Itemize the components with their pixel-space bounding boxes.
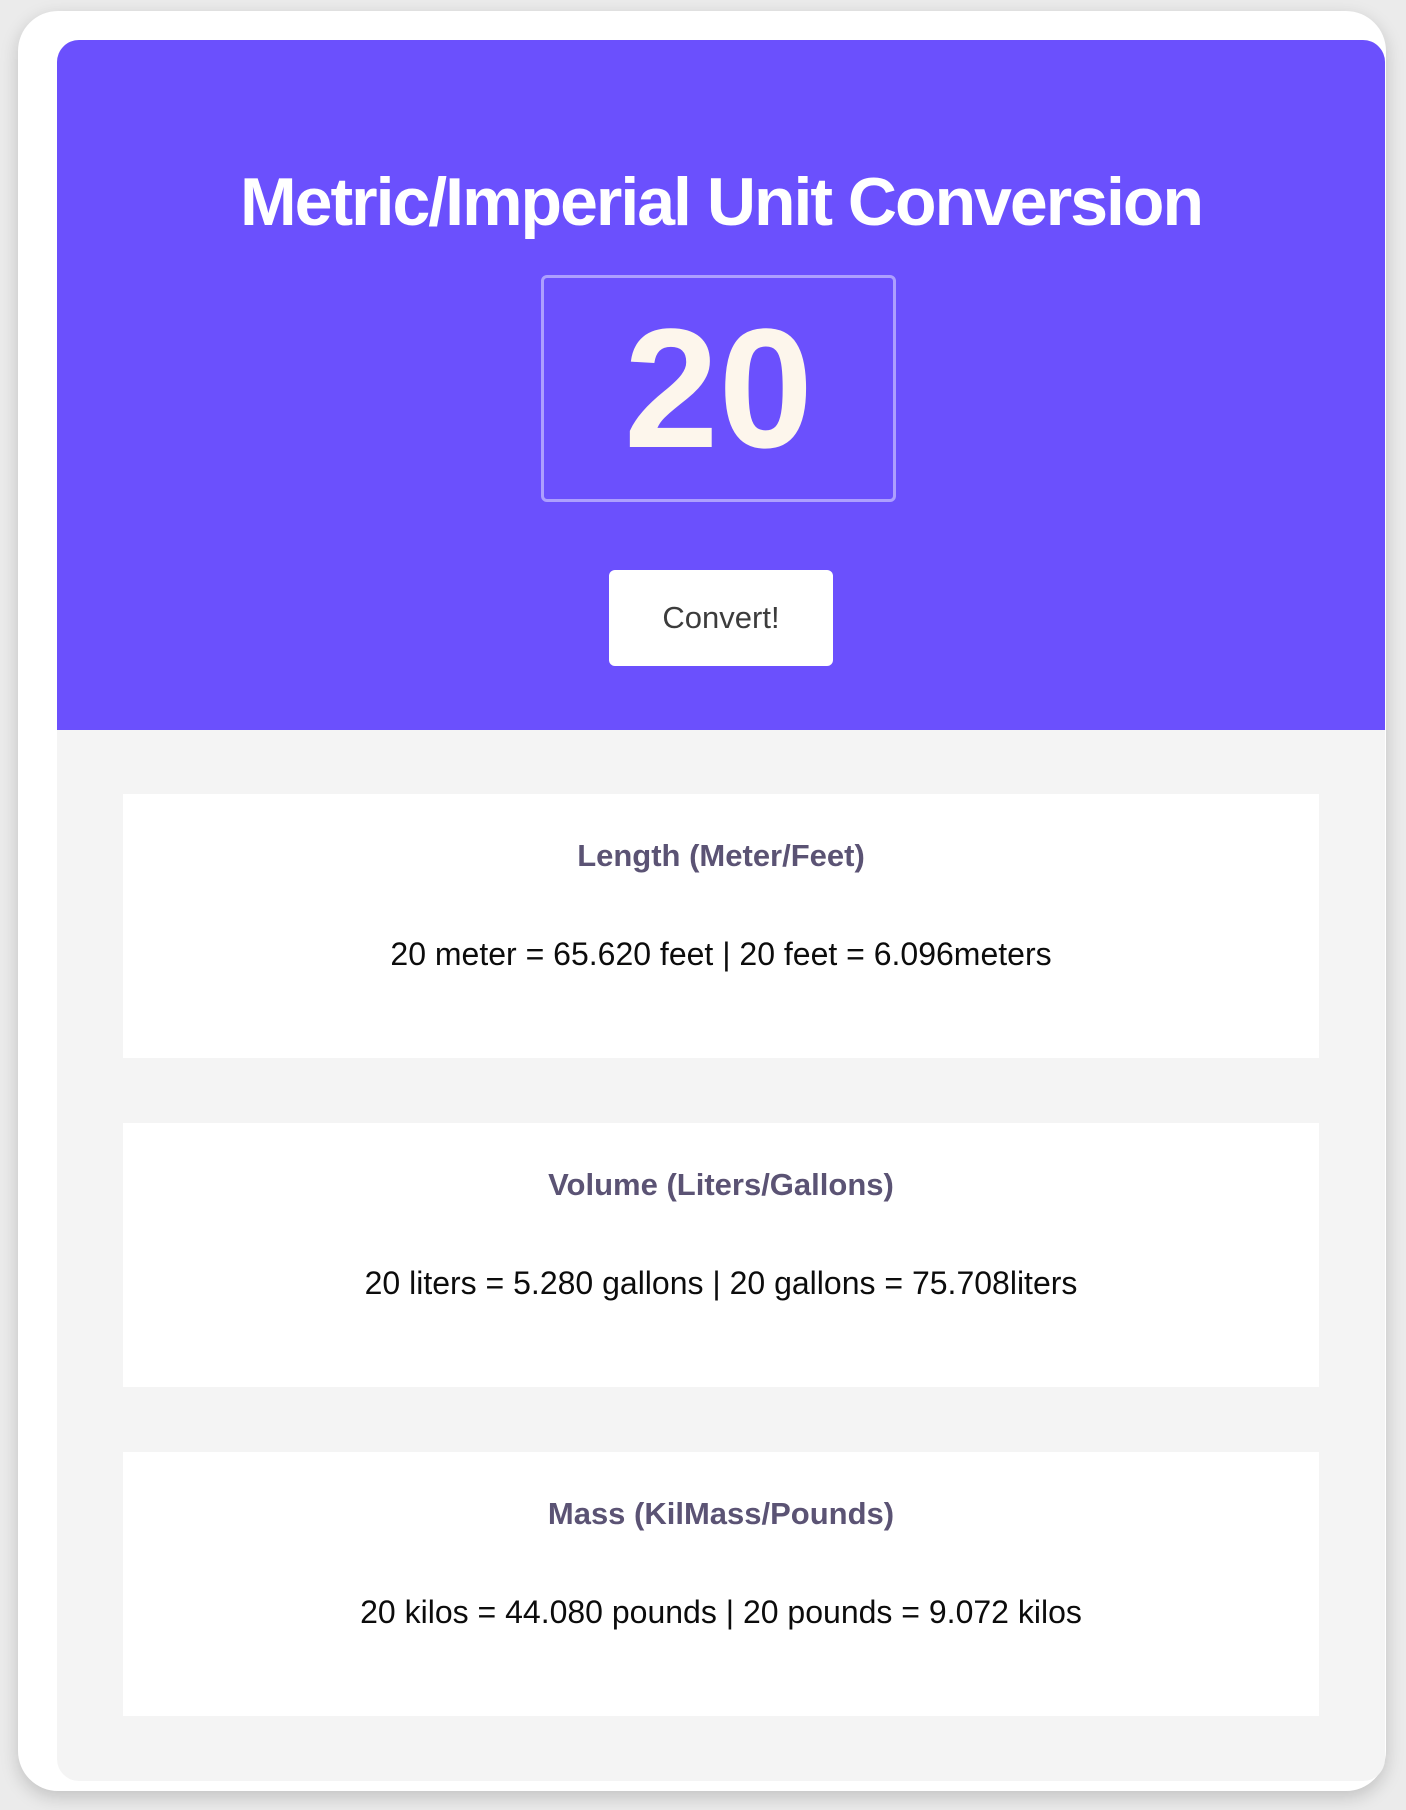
convert-button[interactable]: Convert! <box>609 570 833 666</box>
volume-result-card: Volume (Liters/Gallons) 20 liters = 5.28… <box>123 1123 1319 1387</box>
page-title: Metric/Imperial Unit Conversion <box>240 164 1204 240</box>
volume-heading: Volume (Liters/Gallons) <box>548 1167 894 1202</box>
length-heading: Length (Meter/Feet) <box>577 838 865 873</box>
mass-result-text: 20 kilos = 44.080 pounds | 20 pounds = 9… <box>360 1594 1082 1630</box>
mass-result-card: Mass (KilMass/Pounds) 20 kilos = 44.080 … <box>123 1452 1319 1716</box>
length-result-text: 20 meter = 65.620 feet | 20 feet = 6.096… <box>390 936 1052 972</box>
value-input[interactable] <box>541 275 896 502</box>
volume-result-text: 20 liters = 5.280 gallons | 20 gallons =… <box>364 1265 1078 1301</box>
converter-card: Metric/Imperial Unit Conversion Convert!… <box>57 40 1385 1781</box>
app-frame: Metric/Imperial Unit Conversion Convert!… <box>18 11 1386 1791</box>
mass-heading: Mass (KilMass/Pounds) <box>547 1496 895 1531</box>
hero-section: Metric/Imperial Unit Conversion Convert! <box>57 40 1385 730</box>
length-result-card: Length (Meter/Feet) 20 meter = 65.620 fe… <box>123 794 1319 1058</box>
